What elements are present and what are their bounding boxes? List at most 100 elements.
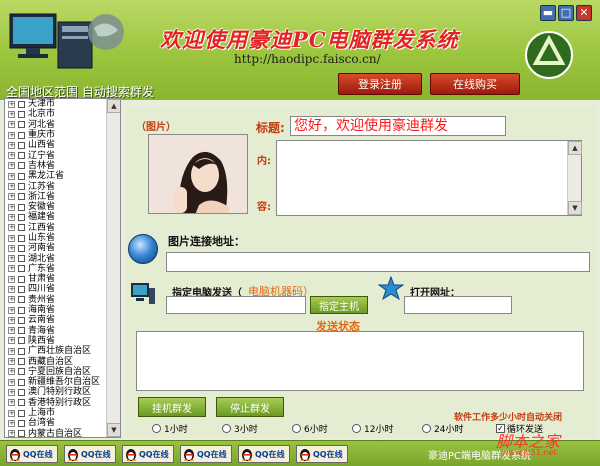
radio-icon[interactable] (292, 424, 301, 433)
maximize-button[interactable]: □ (558, 5, 574, 21)
qq-online-button[interactable]: QQ在线 (296, 445, 348, 463)
tree-item[interactable]: + 湖北省 (5, 253, 107, 264)
tree-item[interactable]: + 西藏自治区 (5, 356, 107, 367)
open-url-input[interactable] (404, 296, 512, 314)
machine-code-input[interactable] (166, 296, 306, 314)
minimize-button[interactable]: ▬ (540, 5, 556, 21)
image-url-input[interactable] (166, 252, 590, 272)
region-checkbox[interactable] (18, 121, 25, 129)
tree-item[interactable]: + 青海省 (5, 326, 107, 336)
hour-option[interactable]: 3小时 (222, 422, 258, 435)
login-register-button[interactable]: 登录注册 (338, 73, 422, 95)
expand-icon[interactable]: + (8, 306, 15, 314)
expand-icon[interactable]: + (8, 141, 15, 149)
scroll-down-icon[interactable]: ▼ (107, 423, 120, 437)
expand-icon[interactable]: + (8, 327, 15, 335)
qq-online-button[interactable]: QQ在线 (238, 445, 290, 463)
expand-icon[interactable]: + (8, 213, 15, 221)
tree-item[interactable]: + 新疆维吾尔自治区 (5, 377, 107, 387)
tree-item[interactable]: + 山东省 (5, 233, 107, 243)
title-input[interactable]: 您好，欢迎使用豪迪群发 (290, 116, 506, 136)
site-url[interactable]: http://haodipc.faisco.cn/ (234, 52, 381, 66)
region-checkbox[interactable] (18, 162, 25, 170)
region-checkbox[interactable] (18, 337, 25, 345)
region-checkbox[interactable] (18, 244, 25, 252)
region-checkbox[interactable] (18, 234, 25, 242)
region-checkbox[interactable] (18, 409, 25, 417)
expand-icon[interactable]: + (8, 296, 15, 304)
start-send-button[interactable]: 挂机群发 (138, 397, 206, 417)
expand-icon[interactable]: + (8, 285, 15, 293)
hour-option[interactable]: 6小时 (292, 422, 328, 435)
expand-icon[interactable]: + (8, 419, 15, 427)
region-checkbox[interactable] (18, 368, 25, 376)
scroll-down-icon[interactable]: ▼ (568, 201, 582, 215)
region-checkbox[interactable] (18, 100, 25, 108)
region-checkbox[interactable] (18, 358, 25, 366)
region-checkbox[interactable] (18, 131, 25, 139)
expand-icon[interactable]: + (8, 265, 15, 273)
expand-icon[interactable]: + (8, 368, 15, 376)
expand-icon[interactable]: + (8, 110, 15, 118)
region-checkbox[interactable] (18, 285, 25, 293)
tree-item[interactable]: + 广西壮族自治区 (5, 346, 107, 356)
region-checkbox[interactable] (18, 110, 25, 118)
expand-icon[interactable]: + (8, 358, 15, 366)
tree-item[interactable]: + 上海市 (5, 408, 107, 418)
hour-option[interactable]: 12小时 (352, 422, 393, 435)
tree-item[interactable]: + 河北省 (5, 120, 107, 130)
expand-icon[interactable]: + (8, 100, 15, 108)
expand-icon[interactable]: + (8, 121, 15, 129)
expand-icon[interactable]: + (8, 399, 15, 407)
region-checkbox[interactable] (18, 347, 25, 355)
tree-item[interactable]: + 黑龙江省 (5, 171, 107, 181)
tree-item[interactable]: + 海南省 (5, 305, 107, 315)
tree-item[interactable]: + 安徽省 (5, 202, 107, 212)
region-checkbox[interactable] (18, 430, 25, 437)
radio-icon[interactable] (352, 424, 361, 433)
tree-item[interactable]: + 台湾省 (5, 418, 107, 428)
expand-icon[interactable]: + (8, 337, 15, 345)
tree-item[interactable]: + 香港特别行政区 (5, 398, 107, 408)
tree-item[interactable]: + 辽宁省 (5, 150, 107, 161)
tree-item[interactable]: + 贵州省 (5, 295, 107, 305)
tree-item[interactable]: + 陕西省 (5, 336, 107, 346)
expand-icon[interactable]: + (8, 183, 15, 191)
hour-option[interactable]: 1小时 (152, 422, 188, 435)
tree-item[interactable]: + 河南省 (5, 243, 107, 253)
content-scrollbar[interactable]: ▲ ▼ (567, 141, 582, 215)
expand-icon[interactable]: + (8, 347, 15, 355)
expand-icon[interactable]: + (8, 224, 15, 232)
region-checkbox[interactable] (18, 327, 25, 335)
tree-item[interactable]: + 澳门特别行政区 (5, 387, 107, 397)
tree-scrollbar[interactable]: ▲ ▼ (106, 99, 120, 437)
tree-item[interactable]: + 江苏省 (5, 181, 107, 192)
tree-item[interactable]: + 浙江省 (5, 192, 107, 202)
tree-item[interactable]: + 甘肃省 (5, 274, 107, 284)
region-tree[interactable]: + 天津市 + 北京市 + 河北省 + 重庆市 + 山西省 + 辽宁省 + 吉林省 + 黑龙江省 + 江苏省 + 浙江… (4, 98, 121, 438)
tree-item[interactable]: + 云南省 (5, 315, 107, 325)
expand-icon[interactable]: + (8, 409, 15, 417)
region-checkbox[interactable] (18, 399, 25, 407)
tree-item[interactable]: + 内蒙古自治区 (5, 429, 107, 437)
expand-icon[interactable]: + (8, 203, 15, 211)
region-checkbox[interactable] (18, 296, 25, 304)
qq-online-button[interactable]: QQ在线 (6, 445, 58, 463)
expand-icon[interactable]: + (8, 172, 15, 180)
stop-send-button[interactable]: 停止群发 (216, 397, 284, 417)
region-checkbox[interactable] (18, 255, 25, 263)
region-checkbox[interactable] (18, 203, 25, 211)
radio-icon[interactable] (422, 424, 431, 433)
tree-item[interactable]: + 重庆市 (5, 130, 107, 140)
tree-item[interactable]: + 宁夏回族自治区 (5, 367, 107, 377)
hour-option[interactable]: 24小时 (422, 422, 463, 435)
tree-item[interactable]: + 四川省 (5, 284, 107, 294)
tree-item[interactable]: + 天津市 (5, 99, 107, 109)
region-checkbox[interactable] (18, 172, 25, 180)
tree-item[interactable]: + 山西省 (5, 140, 107, 150)
expand-icon[interactable]: + (8, 275, 15, 283)
qq-online-button[interactable]: QQ在线 (64, 445, 116, 463)
region-checkbox[interactable] (18, 378, 25, 386)
region-checkbox[interactable] (18, 193, 25, 201)
expand-icon[interactable]: + (8, 378, 15, 386)
